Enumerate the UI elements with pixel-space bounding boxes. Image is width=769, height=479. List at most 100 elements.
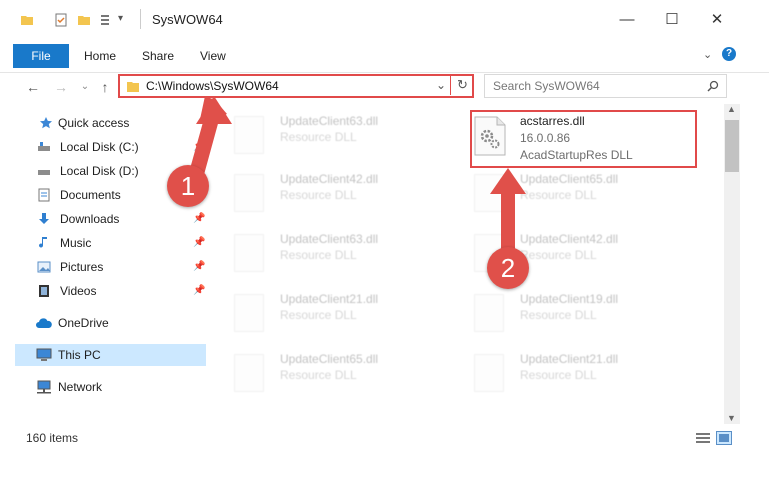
file-type: Resource DLL bbox=[280, 368, 357, 382]
minimize-button[interactable]: — bbox=[607, 6, 647, 34]
computer-icon bbox=[36, 348, 52, 361]
file-type: Resource DLL bbox=[520, 308, 597, 322]
sidebar-item-local-disk-c[interactable]: Local Disk (C:) 📌 bbox=[15, 136, 206, 158]
pin-icon[interactable]: 📌 bbox=[193, 232, 205, 254]
file-item[interactable]: UpdateClient63.dll Resource DLL bbox=[220, 108, 450, 162]
search-input[interactable]: Search SysWOW64 bbox=[484, 74, 727, 98]
sidebar-item-label: Music bbox=[60, 236, 92, 250]
dll-file-icon bbox=[234, 294, 264, 332]
drive-icon bbox=[38, 142, 50, 151]
recent-locations-icon[interactable]: ⌄ bbox=[76, 78, 94, 96]
file-item[interactable]: UpdateClient42.dll Resource DLL bbox=[220, 166, 450, 220]
file-item[interactable]: UpdateClient65.dll Resource DLL bbox=[460, 166, 690, 220]
sidebar-item-downloads[interactable]: Downloads 📌 bbox=[15, 208, 206, 230]
sidebar-item-label: Quick access bbox=[58, 116, 130, 130]
tab-file[interactable]: File bbox=[13, 44, 69, 68]
file-type: Resource DLL bbox=[280, 188, 357, 202]
file-item[interactable]: UpdateClient63.dll Resource DLL bbox=[220, 226, 450, 280]
folder-icon bbox=[21, 16, 33, 25]
sidebar-item-label: This PC bbox=[58, 348, 101, 362]
maximize-button[interactable]: ☐ bbox=[652, 6, 692, 34]
highlight-box bbox=[470, 110, 697, 168]
file-type: Resource DLL bbox=[520, 248, 597, 262]
address-path: C:\Windows\SysWOW64 bbox=[146, 79, 279, 93]
sidebar-item-label: Documents bbox=[60, 188, 121, 202]
file-type: Resource DLL bbox=[280, 308, 357, 322]
sidebar-item-this-pc[interactable]: This PC bbox=[15, 344, 206, 366]
drive-icon bbox=[38, 170, 50, 175]
dll-file-icon bbox=[234, 354, 264, 392]
refresh-icon[interactable]: ↻ bbox=[457, 77, 468, 93]
tab-share[interactable]: Share bbox=[142, 44, 174, 68]
file-name: UpdateClient65.dll bbox=[280, 352, 379, 366]
sidebar-item-label: Network bbox=[58, 380, 103, 394]
file-item[interactable]: UpdateClient19.dll Resource DLL bbox=[460, 286, 690, 340]
status-bar bbox=[0, 424, 769, 450]
file-name: UpdateClient65.dll bbox=[520, 172, 619, 186]
file-type: Resource DLL bbox=[280, 130, 357, 144]
file-type: Resource DLL bbox=[280, 248, 357, 262]
file-name: UpdateClient42.dll bbox=[280, 172, 379, 186]
tab-home[interactable]: Home bbox=[84, 44, 116, 68]
scroll-thumb[interactable] bbox=[725, 120, 739, 172]
sidebar-item-label: Downloads bbox=[60, 212, 120, 226]
pin-icon[interactable]: 📌 bbox=[193, 256, 205, 278]
star-icon bbox=[40, 117, 52, 129]
new-folder-icon[interactable] bbox=[77, 13, 91, 27]
item-count: 160 items bbox=[26, 431, 79, 445]
dll-file-icon bbox=[474, 354, 504, 392]
dll-file-icon bbox=[474, 294, 504, 332]
pin-icon[interactable]: 📌 bbox=[193, 136, 205, 158]
music-icon bbox=[39, 237, 47, 248]
dll-file-icon bbox=[234, 234, 264, 272]
sidebar-item-label: Pictures bbox=[60, 260, 104, 274]
scroll-up-icon[interactable]: ▲ bbox=[727, 104, 736, 114]
file-name: UpdateClient42.dll bbox=[520, 232, 619, 246]
videos-icon bbox=[39, 285, 49, 297]
pictures-icon bbox=[37, 261, 51, 273]
pin-icon[interactable]: 📌 bbox=[193, 280, 205, 302]
back-arrow-icon[interactable]: ← bbox=[24, 78, 42, 96]
address-bar[interactable]: C:\Windows\SysWOW64 ⌄ ↻ bbox=[118, 74, 474, 98]
forward-arrow-icon[interactable]: → bbox=[52, 78, 70, 96]
sidebar-item-music[interactable]: Music 📌 bbox=[15, 232, 206, 254]
pin-icon[interactable]: 📌 bbox=[193, 208, 205, 230]
search-icon[interactable] bbox=[707, 80, 719, 92]
step-1-badge: 1 bbox=[167, 165, 209, 207]
sidebar-item-network[interactable]: Network bbox=[15, 376, 206, 398]
sidebar-item-onedrive[interactable]: OneDrive bbox=[15, 312, 206, 334]
sidebar-item-pictures[interactable]: Pictures 📌 bbox=[15, 256, 206, 278]
sidebar-item-quick-access[interactable]: Quick access bbox=[15, 112, 206, 134]
title-divider bbox=[140, 9, 141, 29]
file-name: UpdateClient63.dll bbox=[280, 232, 379, 246]
customize-icon[interactable] bbox=[100, 13, 114, 27]
details-view-icon[interactable] bbox=[696, 432, 710, 444]
cloud-icon bbox=[36, 318, 52, 328]
up-arrow-icon[interactable]: ↑ bbox=[96, 78, 114, 96]
properties-icon[interactable] bbox=[54, 13, 68, 27]
expand-ribbon-icon[interactable]: ⌄ bbox=[703, 48, 712, 61]
large-icons-view-icon[interactable] bbox=[716, 431, 732, 445]
file-item[interactable]: UpdateClient65.dll Resource DLL bbox=[220, 346, 450, 400]
file-item[interactable]: UpdateClient21.dll Resource DLL bbox=[460, 346, 690, 400]
search-placeholder: Search SysWOW64 bbox=[493, 79, 600, 93]
address-divider bbox=[450, 75, 451, 95]
file-name: UpdateClient63.dll bbox=[280, 114, 379, 128]
sidebar-item-videos[interactable]: Videos 📌 bbox=[15, 280, 206, 302]
file-type: Resource DLL bbox=[520, 188, 597, 202]
window-title: SysWOW64 bbox=[152, 12, 223, 27]
address-dropdown-icon[interactable]: ⌄ bbox=[436, 78, 446, 92]
file-item[interactable]: UpdateClient21.dll Resource DLL bbox=[220, 286, 450, 340]
download-icon bbox=[39, 213, 49, 224]
scroll-down-icon[interactable]: ▼ bbox=[727, 413, 736, 423]
documents-icon bbox=[38, 188, 50, 202]
dll-file-icon bbox=[234, 174, 264, 212]
tab-view[interactable]: View bbox=[200, 44, 226, 68]
qa-dropdown-icon[interactable]: ▾ bbox=[118, 13, 123, 24]
file-type: Resource DLL bbox=[520, 368, 597, 382]
dll-file-icon bbox=[474, 174, 504, 212]
close-button[interactable]: ✕ bbox=[697, 6, 737, 34]
help-icon[interactable]: ? bbox=[722, 47, 736, 61]
sidebar-item-label: Videos bbox=[60, 284, 97, 298]
folder-icon bbox=[127, 82, 139, 92]
